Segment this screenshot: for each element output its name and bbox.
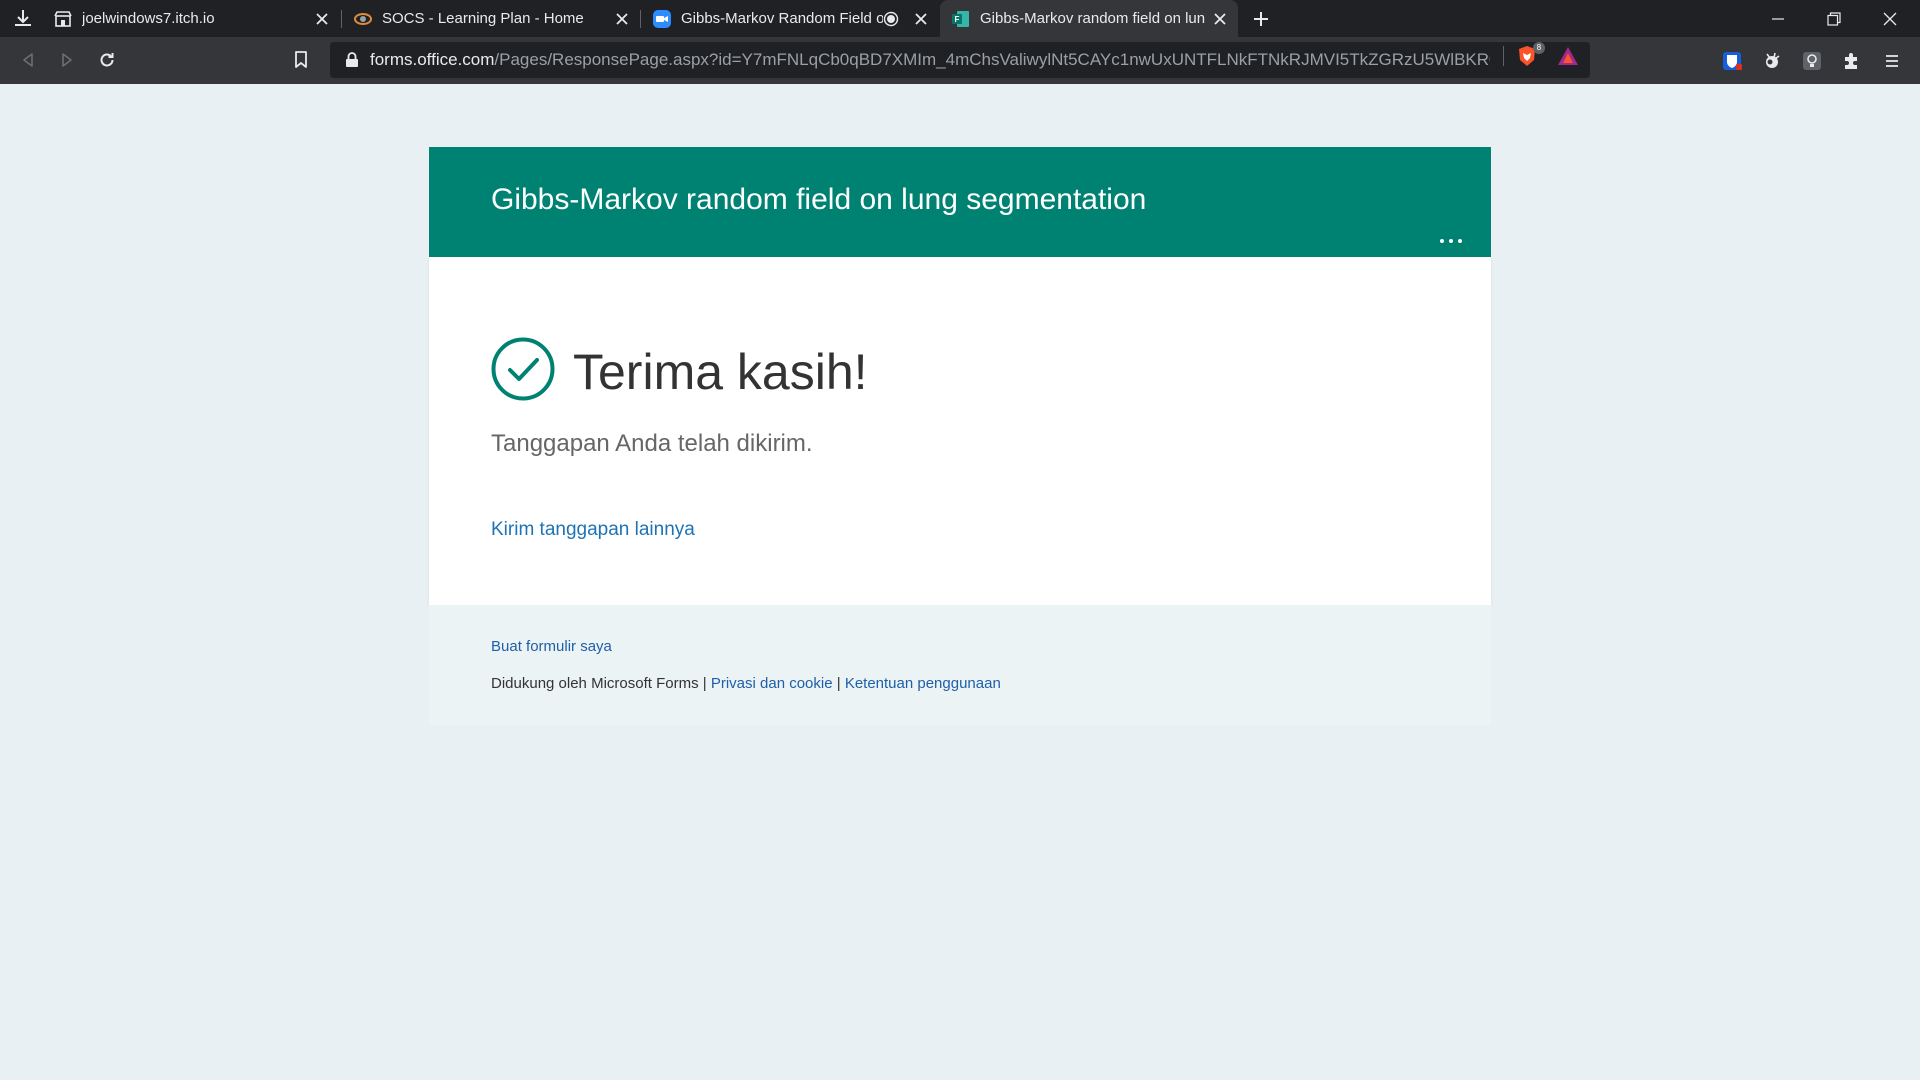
url-host: forms.office.com (370, 50, 495, 69)
footer-separator: | (702, 675, 707, 692)
shield-extension-icon (1723, 52, 1742, 70)
url-path: /Pages/ResponsePage.aspx?id=Y7mFNLqCb0qB… (494, 50, 1490, 69)
plus-icon (1254, 12, 1268, 26)
tab-socs[interactable]: SOCS - Learning Plan - Home (342, 0, 640, 37)
shields-count-badge: 8 (1533, 42, 1545, 54)
itch-store-icon (54, 10, 72, 28)
tab-close-icon[interactable] (911, 9, 931, 29)
extension-bitwarden[interactable] (1717, 46, 1747, 76)
back-arrow-icon (23, 53, 33, 67)
hamburger-menu-icon (1886, 55, 1898, 67)
reload-icon (100, 53, 114, 67)
downloads-button[interactable] (8, 4, 38, 32)
dark-mode-extension-icon (1766, 52, 1780, 68)
tab-zoom[interactable]: Gibbs-Markov Random Field o (641, 0, 939, 37)
lock-icon[interactable] (344, 52, 360, 68)
new-tab-button[interactable] (1248, 6, 1274, 32)
lightbulb-extension-icon (1803, 52, 1821, 70)
forms-icon: F (952, 10, 970, 28)
svg-text:F: F (955, 15, 960, 24)
zoom-video-icon (653, 9, 671, 28)
forward-arrow-icon (62, 53, 72, 67)
more-dot-icon (1458, 239, 1462, 243)
bookmark-icon (295, 51, 307, 68)
terms-link[interactable]: Ketentuan penggunaan (845, 675, 1001, 692)
tab-title: joelwindows7.itch.io (82, 10, 215, 27)
tab-title: Gibbs-Markov Random Field o (681, 10, 883, 27)
url-text: forms.office.com/Pages/ResponsePage.aspx… (370, 50, 1490, 70)
submitted-message: Tanggapan Anda telah dikirim. (491, 430, 813, 457)
confirmation-card: Terima kasih! Tanggapan Anda telah dikir… (429, 257, 1491, 605)
tab-strip: joelwindows7.itch.io SOCS - Learning Pla… (0, 0, 1920, 37)
extensions-button[interactable] (1837, 46, 1867, 76)
extension-bulb[interactable] (1797, 46, 1827, 76)
bookmark-button[interactable] (286, 45, 316, 75)
tab-close-icon[interactable] (612, 9, 632, 29)
download-icon (15, 10, 31, 26)
forward-button[interactable] (52, 45, 82, 75)
brave-rewards-icon[interactable] (1557, 45, 1579, 67)
back-button[interactable] (13, 45, 43, 75)
extension-dark-reader[interactable] (1757, 46, 1787, 76)
more-dot-icon (1440, 239, 1444, 243)
footer-separator: | (836, 675, 841, 692)
footer-line: Didukung oleh Microsoft Forms | Privasi … (491, 675, 1001, 692)
close-icon (1883, 12, 1897, 25)
create-form-link[interactable]: Buat formulir saya (491, 638, 612, 655)
tab-title: SOCS - Learning Plan - Home (382, 10, 584, 27)
tab-title: Gibbs-Markov random field on lun (980, 10, 1206, 27)
restore-icon (1827, 11, 1841, 26)
thank-you-heading: Terima kasih! (573, 344, 868, 400)
tab-close-icon[interactable] (1210, 9, 1230, 29)
browser-menu-button[interactable] (1877, 46, 1907, 76)
submit-another-link[interactable]: Kirim tanggapan lainnya (491, 519, 695, 541)
checkmark-circle-icon (491, 337, 555, 401)
tab-forms[interactable]: F Gibbs-Markov random field on lun (940, 0, 1238, 37)
restore-button[interactable] (1806, 0, 1862, 37)
socs-icon (354, 10, 372, 28)
reload-button[interactable] (92, 45, 122, 75)
recording-icon (883, 11, 899, 27)
more-options-button[interactable] (1431, 231, 1471, 251)
form-footer: Buat formulir saya Didukung oleh Microso… (429, 605, 1491, 725)
tab-itch[interactable]: joelwindows7.itch.io (42, 0, 340, 37)
close-window-button[interactable] (1862, 0, 1918, 37)
address-bar[interactable]: forms.office.com/Pages/ResponsePage.aspx… (330, 42, 1590, 78)
browser-toolbar: forms.office.com/Pages/ResponsePage.aspx… (0, 37, 1920, 84)
omnibox-divider (1503, 46, 1504, 66)
puzzle-icon (1845, 53, 1857, 69)
powered-by-text: Didukung oleh Microsoft Forms (491, 675, 699, 692)
minimize-icon (1772, 17, 1784, 20)
privacy-link[interactable]: Privasi dan cookie (711, 675, 833, 692)
minimize-button[interactable] (1750, 0, 1806, 37)
form-title: Gibbs-Markov random field on lung segmen… (491, 183, 1147, 216)
more-dot-icon (1449, 239, 1453, 243)
tab-close-icon[interactable] (312, 9, 332, 29)
form-header: Gibbs-Markov random field on lung segmen… (429, 147, 1491, 257)
